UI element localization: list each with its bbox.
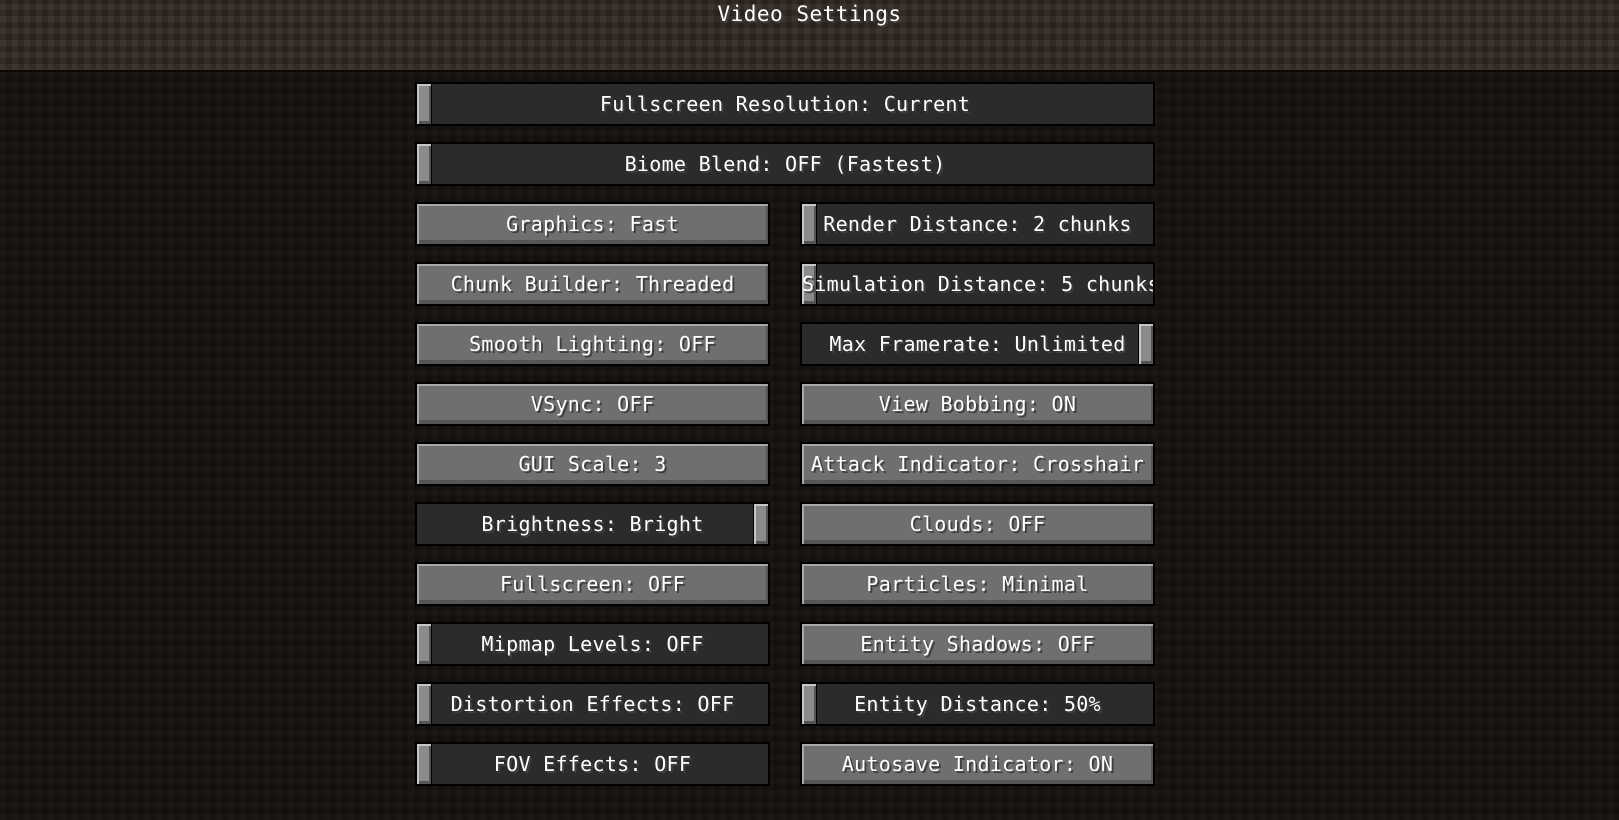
option-label: Mipmap Levels: OFF [481,632,704,656]
page-title: Video Settings [717,2,902,26]
entity-distance-slider[interactable]: Entity Distance: 50% [800,682,1155,726]
option-label: Fullscreen Resolution: Current [599,92,971,116]
brightness-slider[interactable]: Brightness: Bright [415,502,770,546]
slider-handle[interactable] [417,144,432,184]
option-label: Brightness: Bright [481,512,704,536]
title-bar: Video Settings [0,0,1619,72]
distortion-effects-slider[interactable]: Distortion Effects: OFF [415,682,770,726]
option-label: Autosave Indicator: ON [841,752,1114,776]
option-label: Attack Indicator: Crosshair [810,452,1145,476]
option-label: Fullscreen: OFF [499,572,686,596]
option-label: Entity Distance: 50% [854,692,1101,716]
render-distance-slider[interactable]: Render Distance: 2 chunks [800,202,1155,246]
option-label: Smooth Lighting: OFF [469,332,716,356]
option-label: VSync: OFF [530,392,655,416]
fullscreen-resolution-slider[interactable]: Fullscreen Resolution: Current [415,82,1155,126]
option-label: GUI Scale: 3 [518,452,667,476]
smooth-lighting-button[interactable]: Smooth Lighting: OFF [415,322,770,366]
slider-handle[interactable] [753,504,768,544]
option-label: Simulation Distance: 5 chunks [802,272,1155,296]
fullscreen-button[interactable]: Fullscreen: OFF [415,562,770,606]
gui-scale-button[interactable]: GUI Scale: 3 [415,442,770,486]
option-label: Chunk Builder: Threaded [450,272,735,296]
graphics-button[interactable]: Graphics: Fast [415,202,770,246]
view-bobbing-button[interactable]: View Bobbing: ON [800,382,1155,426]
option-label: Render Distance: 2 chunks [823,212,1132,236]
slider-handle[interactable] [1138,324,1153,364]
option-label: Graphics: Fast [506,212,679,236]
slider-handle[interactable] [802,204,817,244]
option-label: Clouds: OFF [909,512,1046,536]
slider-handle[interactable] [417,84,432,124]
slider-handle[interactable] [417,684,432,724]
biome-blend-slider[interactable]: Biome Blend: OFF (Fastest) [415,142,1155,186]
mipmap-levels-slider[interactable]: Mipmap Levels: OFF [415,622,770,666]
option-label: FOV Effects: OFF [493,752,692,776]
simulation-distance-slider[interactable]: Simulation Distance: 5 chunks [800,262,1155,306]
option-label: Particles: Minimal [866,572,1089,596]
entity-shadows-button[interactable]: Entity Shadows: OFF [800,622,1155,666]
option-label: Max Framerate: Unlimited [829,332,1126,356]
slider-handle[interactable] [417,744,432,784]
option-label: Distortion Effects: OFF [450,692,735,716]
option-label: Biome Blend: OFF (Fastest) [624,152,946,176]
attack-indicator-button[interactable]: Attack Indicator: Crosshair [800,442,1155,486]
option-label: View Bobbing: ON [878,392,1077,416]
fov-effects-slider[interactable]: FOV Effects: OFF [415,742,770,786]
vsync-button[interactable]: VSync: OFF [415,382,770,426]
slider-handle[interactable] [417,624,432,664]
chunk-builder-button[interactable]: Chunk Builder: Threaded [415,262,770,306]
max-framerate-slider[interactable]: Max Framerate: Unlimited [800,322,1155,366]
clouds-button[interactable]: Clouds: OFF [800,502,1155,546]
autosave-indicator-button[interactable]: Autosave Indicator: ON [800,742,1155,786]
option-label: Entity Shadows: OFF [860,632,1095,656]
particles-button[interactable]: Particles: Minimal [800,562,1155,606]
slider-handle[interactable] [802,684,817,724]
